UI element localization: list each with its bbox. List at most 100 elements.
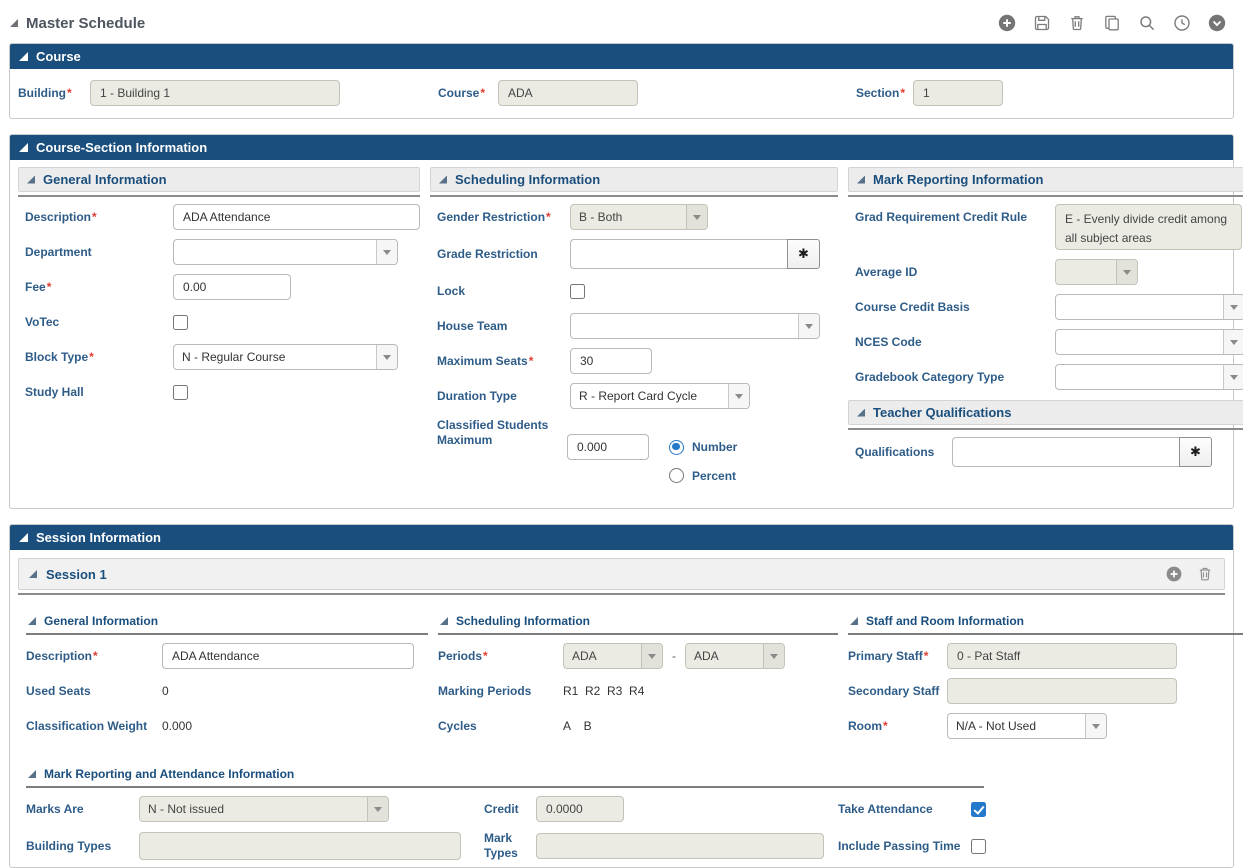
course-section-header[interactable]: Course-Section Information: [10, 135, 1233, 160]
mark-reporting-attendance-header[interactable]: Mark Reporting and Attendance Informatio…: [26, 764, 1221, 786]
dropdown-caret-icon: [641, 644, 662, 668]
dropdown-caret-icon[interactable]: [1223, 365, 1243, 389]
gradebook-category-type-label: Gradebook Category Type: [855, 370, 1055, 385]
course-panel: Course Building* Course* Section*: [9, 43, 1234, 119]
dropdown-caret-icon[interactable]: [1085, 714, 1106, 738]
session-panel-header[interactable]: Session Information: [10, 525, 1233, 550]
course-credit-basis-select[interactable]: [1055, 294, 1243, 320]
classification-weight-value: 0.000: [162, 719, 192, 733]
dropdown-caret-icon: [686, 205, 707, 229]
session-scheduling-information-header[interactable]: Scheduling Information: [438, 611, 838, 633]
gender-restriction-select: B - Both: [570, 204, 708, 230]
marking-periods-value: R1 R2 R3 R4: [563, 684, 644, 698]
classified-students-maximum-label: Classified Students Maximum: [437, 418, 567, 448]
cycles-label: Cycles: [438, 719, 563, 734]
maximum-seats-input[interactable]: [570, 348, 652, 374]
course-section-panel: Course-Section Information General Infor…: [9, 134, 1234, 509]
collapse-triangle-icon: [28, 770, 36, 778]
block-type-select[interactable]: N - Regular Course: [173, 344, 398, 370]
toolbar: [997, 13, 1231, 33]
course-panel-header[interactable]: Course: [10, 44, 1233, 69]
grade-restriction-picker-button[interactable]: ✱: [787, 239, 820, 269]
dropdown-caret-icon[interactable]: [376, 240, 397, 264]
delete-session-icon[interactable]: [1196, 565, 1214, 583]
section-label: Section*: [856, 86, 913, 101]
grade-restriction-input[interactable]: [570, 239, 787, 269]
collapse-triangle-icon: [19, 533, 28, 542]
percent-radio[interactable]: [669, 468, 684, 483]
history-icon[interactable]: [1172, 13, 1192, 33]
fee-input[interactable]: [173, 274, 291, 300]
collapse-all-icon[interactable]: [1207, 13, 1227, 33]
lock-checkbox[interactable]: [570, 284, 585, 299]
percent-radio-label: Percent: [692, 469, 736, 483]
room-select[interactable]: N/A - Not Used: [947, 713, 1107, 739]
qualifications-input[interactable]: [952, 437, 1179, 467]
nces-code-select[interactable]: [1055, 329, 1243, 355]
mark-types-field: [536, 833, 824, 859]
session-scheduling-information-section: Scheduling Information Periods* ADA - AD…: [438, 611, 838, 748]
period-from-select: ADA: [563, 643, 663, 669]
grade-restriction-label: Grade Restriction: [437, 247, 570, 262]
dropdown-caret-icon[interactable]: [1223, 330, 1243, 354]
take-attendance-checkbox[interactable]: [971, 802, 986, 817]
collapse-triangle-icon: [857, 409, 865, 417]
asterisk-icon: ✱: [1190, 444, 1201, 460]
department-label: Department: [25, 245, 173, 260]
primary-staff-field: [947, 643, 1177, 669]
building-types-label: Building Types: [26, 839, 139, 854]
dropdown-caret-icon[interactable]: [1223, 295, 1243, 319]
house-team-label: House Team: [437, 319, 570, 334]
collapse-triangle-icon[interactable]: [10, 19, 18, 27]
page-header: Master Schedule: [0, 0, 1243, 43]
dropdown-caret-icon: [1116, 260, 1137, 284]
votec-checkbox[interactable]: [173, 315, 188, 330]
add-icon[interactable]: [997, 13, 1017, 33]
mark-reporting-information-header[interactable]: Mark Reporting Information: [848, 167, 1243, 192]
search-icon[interactable]: [1137, 13, 1157, 33]
session-general-information-header[interactable]: General Information: [26, 611, 428, 633]
dropdown-caret-icon[interactable]: [728, 384, 749, 408]
save-icon[interactable]: [1032, 13, 1052, 33]
gender-restriction-label: Gender Restriction*: [437, 210, 570, 225]
department-select[interactable]: [173, 239, 398, 265]
course-credit-basis-label: Course Credit Basis: [855, 300, 1055, 315]
general-information-header[interactable]: General Information: [18, 167, 420, 192]
building-label: Building*: [18, 86, 90, 101]
nces-code-label: NCES Code: [855, 335, 1055, 350]
building-types-field: [139, 832, 461, 860]
include-passing-time-checkbox[interactable]: [971, 839, 986, 854]
include-passing-time-label: Include Passing Time: [826, 839, 971, 854]
number-radio-label: Number: [692, 440, 737, 454]
copy-icon[interactable]: [1102, 13, 1122, 33]
mark-types-label: Mark Types: [461, 831, 536, 861]
description-input[interactable]: [173, 204, 420, 230]
page-title: Master Schedule: [26, 15, 145, 32]
lock-label: Lock: [437, 284, 570, 299]
session-panel-title: Session Information: [36, 530, 161, 545]
house-team-select[interactable]: [570, 313, 820, 339]
gradebook-category-type-select[interactable]: [1055, 364, 1243, 390]
primary-staff-label: Primary Staff*: [848, 649, 947, 664]
qualifications-picker-button[interactable]: ✱: [1179, 437, 1212, 467]
dropdown-caret-icon[interactable]: [798, 314, 819, 338]
session-description-input[interactable]: [162, 643, 414, 669]
description-label: Description*: [25, 210, 173, 225]
study-hall-checkbox[interactable]: [173, 385, 188, 400]
votec-label: VoTec: [25, 315, 173, 330]
delete-icon[interactable]: [1067, 13, 1087, 33]
duration-type-select[interactable]: R - Report Card Cycle: [570, 383, 750, 409]
teacher-qualifications-header[interactable]: Teacher Qualifications: [848, 400, 1243, 425]
staff-and-room-information-header[interactable]: Staff and Room Information: [848, 611, 1243, 633]
scheduling-information-header[interactable]: Scheduling Information: [430, 167, 838, 192]
session1-header[interactable]: Session 1: [18, 558, 1225, 590]
fee-label: Fee*: [25, 280, 173, 295]
add-session-icon[interactable]: [1165, 565, 1183, 583]
collapse-triangle-icon: [19, 143, 28, 152]
grad-requirement-credit-rule-field: E - Evenly divide credit among all subje…: [1055, 204, 1242, 250]
take-attendance-label: Take Attendance: [826, 802, 971, 817]
classified-students-maximum-input[interactable]: [567, 434, 649, 460]
dropdown-caret-icon[interactable]: [376, 345, 397, 369]
mark-reporting-attendance-section: Mark Reporting and Attendance Informatio…: [18, 750, 1225, 867]
number-radio[interactable]: [669, 440, 684, 455]
